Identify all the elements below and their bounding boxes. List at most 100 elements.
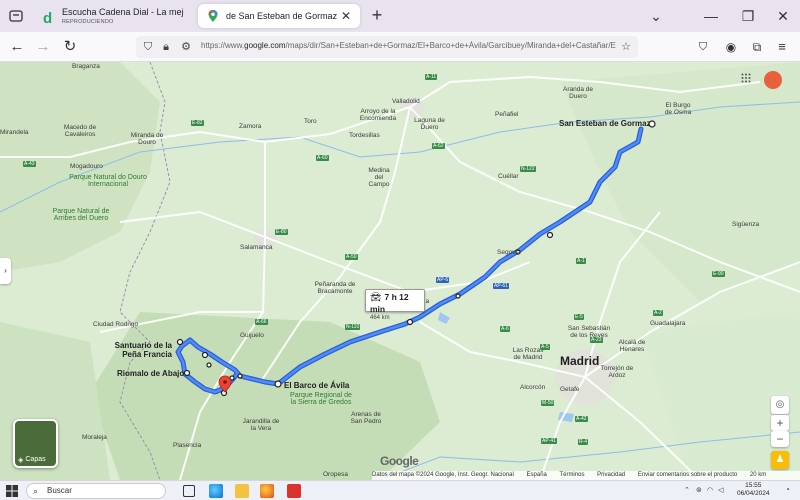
new-tab-button[interactable]: + xyxy=(368,6,386,24)
window-close-icon[interactable]: ✕ xyxy=(773,6,793,26)
place-label: Aranda de Duero xyxy=(563,86,593,100)
place-label: Alcorcón xyxy=(520,384,546,391)
tab-google-maps[interactable]: de San Esteban de Gormaz a Baños de Mo ✕ xyxy=(198,4,360,28)
bookmark-star-icon[interactable]: ☆ xyxy=(618,39,634,55)
tab-cadena-dial[interactable]: d Escucha Cadena Dial - La mejor música … xyxy=(34,4,192,30)
network-icon[interactable]: ⊚ xyxy=(696,486,702,494)
park-label: Parque Regional de la Sierra de Gredos xyxy=(290,392,352,406)
shield-icon[interactable]: ⛉ xyxy=(140,39,156,55)
barco-marker[interactable] xyxy=(274,380,282,388)
feedback-link[interactable]: Enviar comentarios sobre el producto xyxy=(638,472,737,478)
windows-taskbar: ⌕ Buscar ⌃ ⊚ ◠ ◁ 15:55 06/04/2024 ◔ xyxy=(0,480,800,500)
tab-list-icon[interactable] xyxy=(8,8,24,24)
taskbar-search[interactable]: ⌕ Buscar xyxy=(26,483,166,499)
permissions-icon[interactable]: ⚙ xyxy=(178,39,194,55)
extensions-icon[interactable]: ⧉ xyxy=(748,38,766,56)
my-location-icon[interactable]: ◎ xyxy=(771,396,789,414)
waypoint-label-barco[interactable]: El Barco de Ávila xyxy=(284,382,349,390)
place-label: El Burgo de Osma xyxy=(664,102,692,116)
place-label: Madrid xyxy=(560,354,600,368)
expand-side-panel-button[interactable]: › xyxy=(0,258,11,284)
file-explorer-icon[interactable] xyxy=(235,484,249,498)
tab-dropdown-icon[interactable]: ⌄ xyxy=(646,6,666,26)
edge-browser-icon[interactable] xyxy=(209,484,223,498)
forward-icon[interactable]: → xyxy=(34,38,52,56)
place-label: Braganza xyxy=(72,63,100,70)
place-label: Medina del Campo xyxy=(368,167,390,188)
place-label: Guadalajara xyxy=(650,320,686,327)
menu-icon[interactable]: ≡ xyxy=(773,38,791,56)
waypoint-label-santuario[interactable]: Santuario de la Peña Francia xyxy=(112,341,172,359)
waypoint-label-start[interactable]: San Esteban de Gormaz xyxy=(559,120,651,128)
map-base-layer xyxy=(0,62,800,480)
close-tab-icon[interactable]: ✕ xyxy=(340,9,352,23)
place-label: Laguna de Duero xyxy=(414,117,445,131)
road-badge: A-23 xyxy=(590,337,603,343)
restore-icon[interactable]: ❐ xyxy=(738,6,758,26)
place-label: San Sebastián de los Reyes xyxy=(567,325,611,339)
road-badge: E-90 xyxy=(712,271,725,277)
road-badge: A-62 xyxy=(432,143,445,149)
lock-icon[interactable]: 🔒︎ xyxy=(158,39,174,55)
place-label: Getafe xyxy=(560,386,580,393)
place-label: Segovia xyxy=(497,249,521,256)
road-badge: A-1 xyxy=(576,258,586,264)
waypoint-label-riomalo[interactable]: Riomalo de Abajo xyxy=(117,370,184,378)
search-icon: ⌕ xyxy=(33,486,39,496)
park-label: Parque Natural do Douro Internacional xyxy=(69,174,147,188)
google-logo: Google xyxy=(380,454,419,468)
pocket-icon[interactable]: ⛉ xyxy=(694,38,712,56)
taskbar-clock[interactable]: 15:55 06/04/2024 xyxy=(737,482,770,498)
street-view-pegman-icon[interactable]: ♟ xyxy=(771,451,789,469)
privacy-link[interactable]: Privacidad xyxy=(597,472,625,478)
place-label: Miranda do Douro xyxy=(130,132,164,146)
notifications-icon[interactable]: ◔ xyxy=(785,485,790,494)
place-label: Cuéllar xyxy=(498,173,519,180)
account-icon[interactable]: ◉ xyxy=(722,38,740,56)
taskbar-app-icon[interactable] xyxy=(287,484,301,498)
avatar[interactable] xyxy=(764,71,782,89)
back-icon[interactable]: ← xyxy=(8,38,26,56)
road-badge: AP-6 xyxy=(436,277,450,283)
map-canvas[interactable]: Braganza Mirandela Macedo de Cavaleiros … xyxy=(0,62,800,480)
tray-chevron-icon[interactable]: ⌃ xyxy=(684,486,690,494)
search-label: Buscar xyxy=(47,486,72,495)
zoom-in-button[interactable]: + xyxy=(771,415,789,431)
road-badge: A-43 xyxy=(23,161,36,167)
place-label: Oropesa xyxy=(323,471,348,478)
firefox-icon[interactable] xyxy=(260,484,274,498)
layers-label: Capas xyxy=(25,456,46,463)
route-distance: 464 km xyxy=(370,315,390,321)
layers-button[interactable]: ◈ Capas xyxy=(13,419,58,468)
wifi-icon[interactable]: ◠ xyxy=(707,486,713,494)
task-view-icon[interactable] xyxy=(183,485,195,497)
windows-start-icon[interactable] xyxy=(6,485,18,497)
place-label: Moraleja xyxy=(82,434,107,441)
road-badge: A-2 xyxy=(653,310,663,316)
scale-label[interactable]: 20 km xyxy=(750,472,766,478)
browser-tab-strip: d Escucha Cadena Dial - La mejor música … xyxy=(0,0,800,32)
road-badge: E-80 xyxy=(275,229,288,235)
google-apps-icon[interactable] xyxy=(741,73,751,83)
country-link[interactable]: España xyxy=(527,472,547,478)
terms-link[interactable]: Términos xyxy=(559,472,584,478)
minimize-icon[interactable]: — xyxy=(701,6,721,26)
svg-text:d: d xyxy=(43,10,52,24)
road-badge: E-5 xyxy=(574,314,584,320)
place-label: Peñaranda de Bracamonte xyxy=(314,281,356,295)
url-text[interactable]: https://www.google.com/maps/dir/San+Este… xyxy=(201,41,616,50)
reload-icon[interactable]: ↻ xyxy=(61,38,79,56)
zoom-out-button[interactable]: − xyxy=(771,431,789,447)
road-badge: R-4 xyxy=(578,439,589,445)
route-info-bubble[interactable]: 🚘︎ 7 h 12 min 464 km xyxy=(365,289,425,321)
road-badge: AP-61 xyxy=(493,283,509,289)
road-badge: M-50 xyxy=(541,400,555,406)
map-attribution: Datos del mapa ©2024 Google, Inst. Geogr… xyxy=(372,472,514,478)
road-badge: A-42 xyxy=(575,416,588,422)
address-bar[interactable]: ⛉ 🔒︎ ⚙ https://www.google.com/maps/dir/S… xyxy=(136,36,638,58)
volume-icon[interactable]: ◁ xyxy=(718,486,723,494)
place-label: Zamora xyxy=(239,123,262,130)
place-label: Macedo de Cavaleiros xyxy=(63,124,97,138)
road-badge: AP-41 xyxy=(541,438,557,444)
place-label: Ciudad Rodrigo xyxy=(93,321,139,328)
